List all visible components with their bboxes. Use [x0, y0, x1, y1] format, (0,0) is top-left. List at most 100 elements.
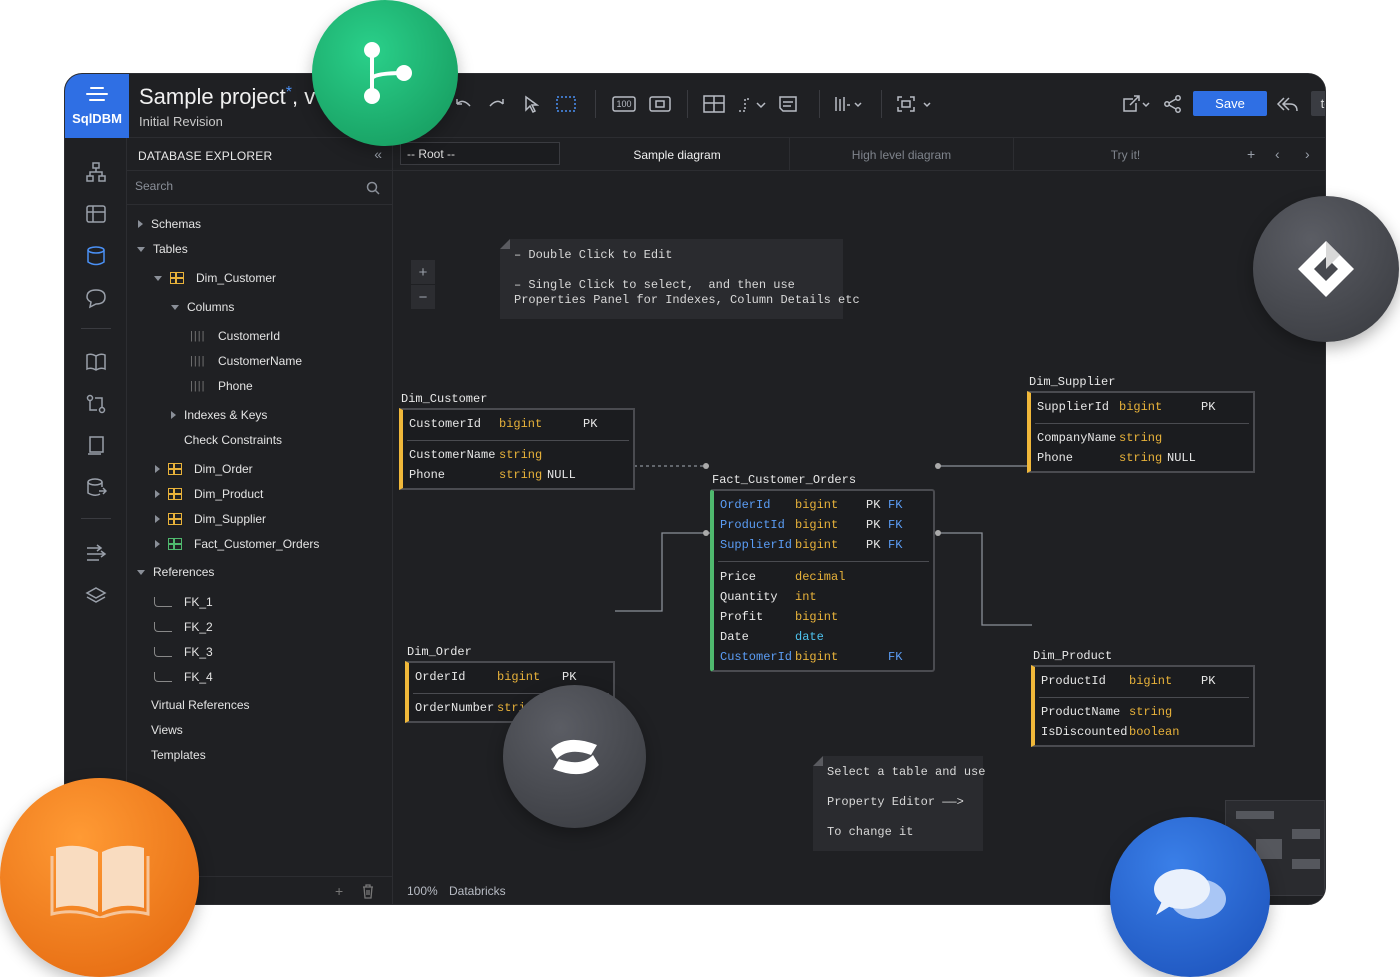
zoom-badge: 100 [616, 99, 632, 109]
tree-label: FK_3 [184, 645, 213, 659]
tree-fk-item[interactable]: FK_1 [154, 593, 213, 611]
tree-dim-order[interactable]: Dim_Order [155, 460, 253, 478]
tree-fact-table[interactable]: Fact_Customer_Orders [155, 535, 319, 553]
column-null: NULL [1167, 451, 1196, 465]
search-icon[interactable] [366, 181, 380, 195]
tree-column-item[interactable]: |||| CustomerName [190, 352, 302, 370]
erd-table-dim-product[interactable]: ProductId bigint PK ProductName string IsDi… [1031, 665, 1255, 747]
tree-fk-item[interactable]: FK_2 [154, 618, 213, 636]
compare-icon [86, 394, 106, 414]
chat-bubbles-icon [1154, 869, 1226, 919]
user-menu-button[interactable]: te▼ [1311, 91, 1325, 116]
zoom-100-button[interactable]: 100 [609, 92, 639, 116]
trash-icon[interactable] [361, 883, 375, 899]
revert-button[interactable] [1275, 92, 1301, 116]
erd-row: Price decimal [720, 570, 845, 586]
rail-compare-button[interactable] [84, 392, 108, 416]
rail-import-button[interactable] [84, 476, 108, 500]
tree-constraints[interactable]: Check Constraints [184, 431, 282, 449]
tree-dim-customer[interactable]: Dim_Customer [154, 269, 276, 287]
erd-table-fact-customer-orders[interactable]: OrderId bigint PK FK ProductId bigint PK FK Su… [710, 489, 935, 672]
tree-references[interactable]: References [137, 563, 214, 581]
redo-icon [489, 99, 504, 107]
column-key: PK [866, 538, 881, 552]
open-book-icon [86, 353, 106, 371]
tree-column-item[interactable]: |||| CustomerId [190, 327, 280, 345]
caret-down-icon [171, 304, 179, 310]
tree-schemas[interactable]: Schemas [138, 215, 201, 233]
collapse-panel-button[interactable]: « [374, 146, 382, 162]
search-input[interactable] [135, 179, 355, 193]
rail-tables-button[interactable] [84, 202, 108, 226]
add-icon[interactable]: + [335, 883, 343, 899]
connector-dot [935, 530, 941, 536]
share-button[interactable] [1161, 92, 1185, 116]
column-key: PK [1201, 674, 1216, 688]
fact-table-icon [168, 538, 182, 550]
git-integration-badge[interactable] [312, 0, 458, 146]
project-title[interactable]: Sample project*, v [139, 84, 315, 110]
fit-screen-button[interactable] [647, 92, 673, 116]
fit-screen-icon [649, 96, 671, 112]
tree-column-item[interactable]: |||| Phone [190, 377, 253, 395]
chat-integration-badge[interactable] [1110, 817, 1270, 977]
focus-button[interactable] [893, 92, 939, 116]
connector-dot [703, 463, 709, 469]
confluence-integration-badge[interactable] [503, 685, 646, 828]
erd-table-dim-supplier[interactable]: SupplierId bigint PK CompanyName string Pho… [1027, 391, 1255, 473]
column-type: bigint [795, 538, 839, 552]
undo-button[interactable] [451, 92, 475, 116]
tree-fk-item[interactable]: FK_4 [154, 668, 213, 686]
tree-columns[interactable]: Columns [171, 298, 234, 316]
user-initials: te [1320, 96, 1325, 111]
rail-docs-button[interactable] [84, 350, 108, 374]
tree-templates[interactable]: Templates [151, 746, 206, 764]
erd-divider [1035, 423, 1249, 424]
flow-arrows-icon [87, 544, 107, 561]
export-icon [1123, 95, 1150, 112]
rail-lineage-button[interactable] [84, 542, 108, 566]
tree-label: Dim_Product [194, 487, 264, 501]
minimap-block [1236, 811, 1274, 819]
select-tool-button[interactable] [519, 92, 543, 116]
erd-row: Quantity int [720, 590, 817, 606]
tree-dim-supplier[interactable]: Dim_Supplier [155, 510, 266, 528]
column-name: CustomerId [409, 417, 482, 431]
tree-label: Schemas [151, 217, 202, 231]
docs-integration-badge[interactable] [0, 778, 199, 977]
rail-database-button[interactable] [84, 244, 108, 268]
erd-table-dim-customer[interactable]: CustomerId bigint PK CustomerName string Ph… [399, 408, 635, 490]
redo-button[interactable] [485, 92, 509, 116]
add-relation-button[interactable] [735, 92, 769, 116]
explorer-header: DATABASE EXPLORER « [127, 138, 392, 171]
erd-row: IsDiscounted boolean [1041, 725, 1179, 741]
rail-diagram-button[interactable] [84, 160, 108, 184]
caret-right-icon [155, 465, 160, 473]
tree-fk-item[interactable]: FK_3 [154, 643, 213, 661]
save-button[interactable]: Save [1193, 91, 1267, 116]
column-name: Quantity [720, 590, 778, 604]
app-logo[interactable]: SqlDBM [65, 74, 129, 138]
add-table-button[interactable] [701, 92, 727, 116]
tree-tables[interactable]: Tables [137, 240, 188, 258]
add-note-button[interactable] [775, 92, 801, 116]
jira-integration-badge[interactable] [1253, 196, 1399, 342]
column-key: PK [866, 498, 881, 512]
minimap-block [1292, 859, 1320, 869]
tree-virtual-references[interactable]: Virtual References [151, 696, 250, 714]
marquee-tool-button[interactable] [553, 92, 579, 116]
tree-indexes[interactable]: Indexes & Keys [171, 406, 267, 424]
rail-comments-button[interactable] [84, 286, 108, 310]
export-button[interactable] [1119, 92, 1155, 116]
layout-button[interactable] [831, 92, 867, 116]
rail-ddl-button[interactable] [84, 434, 108, 458]
caret-right-icon [155, 540, 160, 548]
tree-label: FK_4 [184, 670, 213, 684]
tree-dim-product[interactable]: Dim_Product [155, 485, 263, 503]
tree-views[interactable]: Views [151, 721, 183, 739]
database-explorer: DATABASE EXPLORER « Schemas Tables Dim_C… [127, 138, 393, 904]
column-type: string [499, 468, 543, 482]
column-name: OrderNumber [415, 701, 495, 715]
rail-layers-button[interactable] [84, 584, 108, 608]
database-export-icon [87, 478, 107, 497]
